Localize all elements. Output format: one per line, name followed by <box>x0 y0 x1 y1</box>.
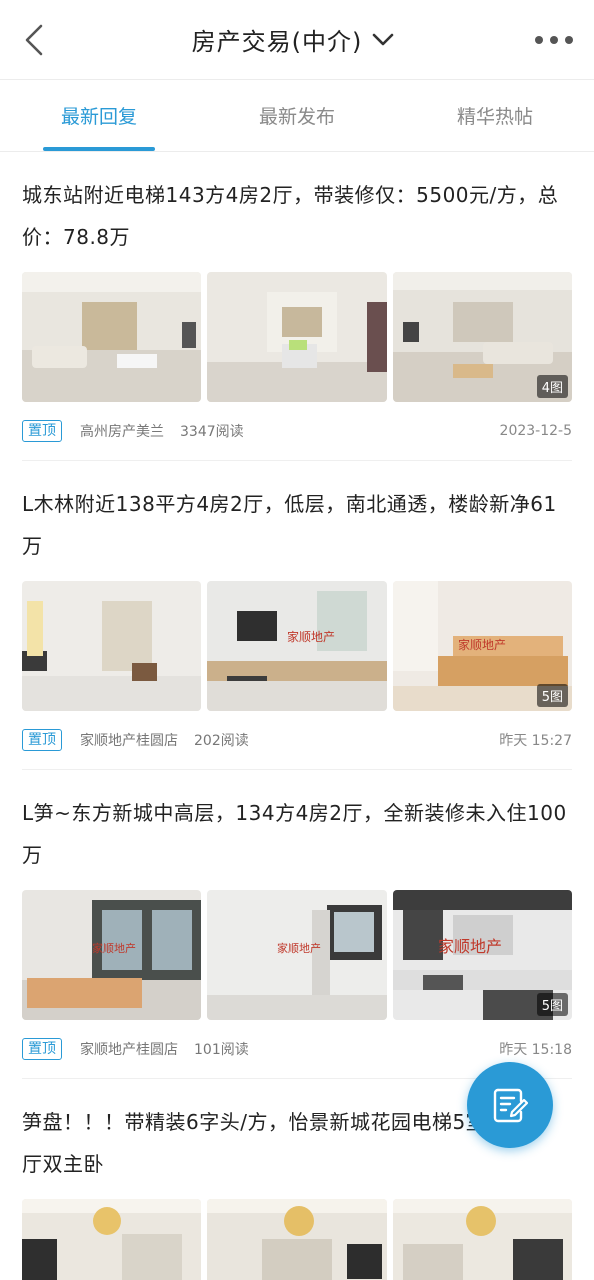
forum-selector[interactable]: 房产交易(中介) <box>192 22 395 57</box>
svg-text:家顺地产: 家顺地产 <box>277 941 321 955</box>
svg-text:家顺地产: 家顺地产 <box>92 941 136 955</box>
post-author[interactable]: 家顺地产桂圆店 <box>80 1039 178 1059</box>
svg-text:家顺地产: 家顺地产 <box>458 637 506 652</box>
post-image[interactable] <box>207 272 387 402</box>
image-count-badge: 5图 <box>536 993 568 1016</box>
post-image[interactable] <box>22 581 202 711</box>
compose-icon <box>493 1088 528 1123</box>
tab-bar: 最新回复 最新发布 精华热帖 <box>0 80 594 152</box>
post-date: 2023-12-5 <box>499 423 572 439</box>
post-author[interactable]: 家顺地产桂圆店 <box>80 730 178 750</box>
post-image[interactable]: 4图 <box>392 272 572 402</box>
svg-text:家顺地产: 家顺地产 <box>287 629 335 644</box>
tab-latest-post[interactable]: 最新发布 <box>198 80 396 151</box>
image-count-badge: 5图 <box>536 684 568 707</box>
post-title[interactable]: L木林附近138平方4房2厅，低层，南北通透，楼龄新净61万 <box>22 483 572 567</box>
compose-post-button[interactable] <box>467 1062 553 1148</box>
pinned-badge: 置顶 <box>22 420 62 442</box>
back-chevron-icon <box>25 24 43 55</box>
pinned-badge: 置顶 <box>22 1038 62 1060</box>
post-meta: 置顶 家顺地产桂圆店 202阅读 昨天 15:27 <box>22 711 572 769</box>
chevron-down-icon <box>373 33 394 45</box>
post-image[interactable] <box>22 272 202 402</box>
post-title[interactable]: 城东站附近电梯143方4房2厅，带装修仅：5500元/方，总价：78.8万 <box>22 174 572 258</box>
pinned-badge: 置顶 <box>22 729 62 751</box>
post-images <box>22 1199 572 1280</box>
post-image[interactable]: 家顺地产 5图 <box>392 890 572 1020</box>
post-image[interactable]: 家顺地产 <box>22 890 202 1020</box>
more-button[interactable] <box>532 25 576 55</box>
post-image[interactable]: 家顺地产 <box>207 581 387 711</box>
tab-latest-reply[interactable]: 最新回复 <box>0 80 198 151</box>
read-count: 202阅读 <box>194 733 249 749</box>
post-item[interactable]: L木林附近138平方4房2厅，低层，南北通透，楼龄新净61万 家顺地产 家顺地产… <box>22 461 572 770</box>
more-dots-icon <box>534 35 573 44</box>
post-image[interactable] <box>392 1199 572 1280</box>
post-date: 昨天 15:27 <box>499 733 572 749</box>
svg-text:家顺地产: 家顺地产 <box>438 937 502 956</box>
post-item[interactable]: L笋~东方新城中高层，134方4房2厅，全新装修未入住100万 家顺地产 家顺地… <box>22 770 572 1079</box>
post-image[interactable] <box>22 1199 202 1280</box>
read-count: 3347阅读 <box>180 424 244 440</box>
post-title[interactable]: L笋~东方新城中高层，134方4房2厅，全新装修未入住100万 <box>22 792 572 876</box>
tab-featured[interactable]: 精华热帖 <box>396 80 594 151</box>
post-image[interactable] <box>207 1199 387 1280</box>
read-count: 101阅读 <box>194 1042 249 1058</box>
post-images: 4图 <box>22 272 572 402</box>
post-image[interactable]: 家顺地产 5图 <box>392 581 572 711</box>
page-title: 房产交易(中介) <box>191 28 363 56</box>
post-image[interactable]: 家顺地产 <box>207 890 387 1020</box>
post-meta: 置顶 高州房产美兰 3347阅读 2023-12-5 <box>22 402 572 460</box>
image-count-badge: 4图 <box>536 375 568 398</box>
back-button[interactable] <box>14 20 54 60</box>
post-date: 昨天 15:18 <box>499 1042 572 1058</box>
post-item[interactable]: 城东站附近电梯143方4房2厅，带装修仅：5500元/方，总价：78.8万 4图… <box>22 152 572 461</box>
post-images: 家顺地产 家顺地产 5图 <box>22 581 572 711</box>
top-bar: 房产交易(中介) <box>0 0 594 80</box>
post-author[interactable]: 高州房产美兰 <box>80 421 164 441</box>
post-images: 家顺地产 家顺地产 家顺地产 5图 <box>22 890 572 1020</box>
